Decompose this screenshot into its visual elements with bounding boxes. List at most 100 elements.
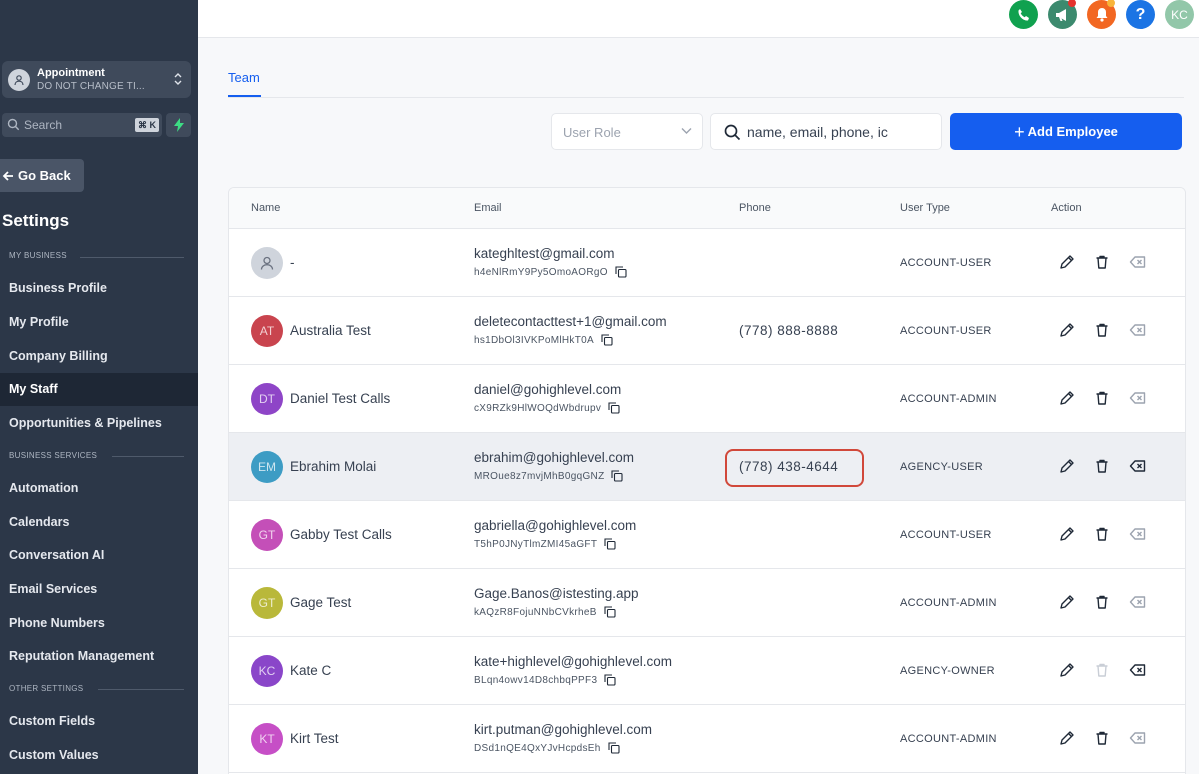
notification-dot	[1068, 0, 1076, 7]
avatar: KT	[251, 723, 283, 755]
trash-icon[interactable]	[1093, 593, 1111, 611]
employee-id-row: BLqn4owv14D8chbqPPF3	[474, 674, 616, 686]
edit-icon[interactable]	[1058, 321, 1076, 339]
sidebar-item-custom-fields[interactable]: Custom Fields	[0, 705, 198, 738]
notifications-button[interactable]	[1087, 0, 1116, 29]
sidebar-item-opportunities[interactable]: Opportunities & Pipelines	[0, 407, 198, 440]
table-row[interactable]: - kateghltest@gmail.com h4eNlRmY9Py5OmoAOR…	[229, 229, 1185, 297]
table-row[interactable]: GT Gabby Test Calls gabriella@gohighlevel.…	[229, 501, 1185, 569]
trash-icon[interactable]	[1093, 525, 1111, 543]
phone-button[interactable]	[1009, 0, 1038, 29]
edit-icon[interactable]	[1058, 253, 1076, 271]
employee-name: Australia Test	[290, 323, 371, 338]
sidebar-item-reputation[interactable]: Reputation Management	[0, 640, 198, 673]
table-row[interactable]: KT Kirt Test kirt.putman@gohighlevel.com DS…	[229, 705, 1185, 773]
avatar-initials: DT	[259, 392, 275, 406]
sidebar-item-automation[interactable]: Automation	[0, 472, 198, 505]
sidebar-search[interactable]: Search ⌘ K	[2, 113, 162, 137]
divider	[80, 257, 184, 258]
table-row[interactable]: GT Gage Test Gage.Banos@istesting.app kAQzR…	[229, 569, 1185, 637]
table-row[interactable]: DT Daniel Test Calls daniel@gohighlevel.co…	[229, 365, 1185, 433]
employee-name: Kate C	[290, 663, 332, 678]
remove-access-icon[interactable]	[1129, 729, 1147, 747]
search-shortcut: ⌘ K	[135, 118, 159, 132]
location-name: Appointment	[37, 67, 105, 79]
edit-icon[interactable]	[1058, 389, 1076, 407]
employee-name: -	[290, 255, 295, 270]
employee-id-row: T5hP0JNyTlmZMI45aGFT	[474, 538, 616, 550]
section-business-services: BUSINESS SERVICES	[9, 451, 98, 460]
sidebar-item-my-profile[interactable]: My Profile	[0, 306, 198, 339]
trash-icon	[1093, 661, 1111, 679]
employee-email: daniel@gohighlevel.com	[474, 382, 622, 397]
remove-access-icon[interactable]	[1129, 389, 1147, 407]
column-header-user-type: User Type	[900, 202, 950, 214]
quick-actions-button[interactable]	[166, 113, 191, 137]
remove-access-icon[interactable]	[1129, 457, 1147, 475]
employee-id: cX9RZk9HlWOQdWbdrupv	[474, 402, 602, 414]
table-row[interactable]: KC Kate C kate+highlevel@gohighlevel.com BL…	[229, 637, 1185, 705]
trash-icon[interactable]	[1093, 457, 1111, 475]
employee-id-row: kAQzR8FojuNNbCVkrheB	[474, 606, 616, 618]
copy-icon[interactable]	[608, 266, 627, 278]
copy-icon[interactable]	[604, 470, 624, 482]
copy-icon[interactable]	[601, 402, 620, 414]
user-avatar[interactable]: KC	[1165, 0, 1194, 29]
chevron-down-icon	[681, 128, 692, 134]
employee-id-row: MROue8z7mvjMhB0gqGNZ	[474, 470, 624, 482]
remove-access-icon[interactable]	[1129, 661, 1147, 679]
employee-id: kAQzR8FojuNNbCVkrheB	[474, 606, 597, 618]
remove-access-icon[interactable]	[1129, 321, 1147, 339]
edit-icon[interactable]	[1058, 525, 1076, 543]
trash-icon[interactable]	[1093, 389, 1111, 407]
sidebar-item-business-profile[interactable]: Business Profile	[0, 272, 198, 305]
copy-icon[interactable]	[601, 742, 620, 754]
avatar: EM	[251, 451, 283, 483]
tab-team[interactable]: Team	[228, 70, 260, 85]
notification-dot	[1107, 0, 1115, 7]
trash-icon[interactable]	[1093, 253, 1111, 271]
sidebar-item-company-billing[interactable]: Company Billing	[0, 340, 198, 373]
trash-icon[interactable]	[1093, 321, 1111, 339]
employee-id: hs1DbOl3IVKPoMlHkT0A	[474, 334, 594, 346]
tab-divider	[228, 97, 1184, 98]
remove-access-icon[interactable]	[1129, 593, 1147, 611]
sidebar-item-calendars[interactable]: Calendars	[0, 506, 198, 539]
avatar-initials: AT	[259, 324, 275, 338]
avatar	[251, 247, 283, 279]
trash-icon[interactable]	[1093, 729, 1111, 747]
avatar-initials: GT	[258, 528, 276, 542]
edit-icon[interactable]	[1058, 661, 1076, 679]
sidebar-item-my-staff[interactable]: My Staff	[0, 373, 198, 406]
announcements-button[interactable]	[1048, 0, 1077, 29]
edit-icon[interactable]	[1058, 729, 1076, 747]
sidebar-item-custom-values[interactable]: Custom Values	[0, 739, 198, 772]
remove-access-icon[interactable]	[1129, 525, 1147, 543]
edit-icon[interactable]	[1058, 593, 1076, 611]
help-button[interactable]: ?	[1126, 0, 1155, 29]
edit-icon[interactable]	[1058, 457, 1076, 475]
copy-icon[interactable]	[597, 674, 616, 686]
remove-access-icon[interactable]	[1129, 253, 1147, 271]
employee-email: deletecontacttest+1@gmail.com	[474, 314, 667, 329]
sidebar-item-email-services[interactable]: Email Services	[0, 573, 198, 606]
copy-icon[interactable]	[597, 606, 616, 618]
table-row[interactable]: AT Australia Test deletecontacttest+1@gmai…	[229, 297, 1185, 365]
employee-user-type: ACCOUNT-ADMIN	[900, 597, 997, 609]
go-back-button[interactable]: Go Back	[0, 159, 84, 192]
location-switcher[interactable]: Appointment DO NOT CHANGE TI...	[2, 61, 191, 98]
add-employee-button[interactable]: + Add Employee	[950, 113, 1182, 150]
sidebar-item-conversation-ai[interactable]: Conversation AI	[0, 539, 198, 572]
employee-name: Kirt Test	[290, 731, 339, 746]
copy-icon[interactable]	[594, 334, 613, 346]
phone-highlight-box	[725, 449, 864, 487]
employee-name: Daniel Test Calls	[290, 391, 391, 406]
avatar-initials: EM	[258, 460, 276, 474]
column-header-phone: Phone	[739, 202, 771, 214]
employee-user-type: AGENCY-USER	[900, 461, 983, 473]
copy-icon[interactable]	[597, 538, 616, 550]
table-row[interactable]: EM Ebrahim Molai ebrahim@gohighlevel.com MR…	[229, 433, 1185, 501]
employee-search-input[interactable]: name, email, phone, ic	[710, 113, 942, 150]
sidebar-item-phone-numbers[interactable]: Phone Numbers	[0, 607, 198, 640]
user-role-select[interactable]: User Role	[551, 113, 703, 150]
